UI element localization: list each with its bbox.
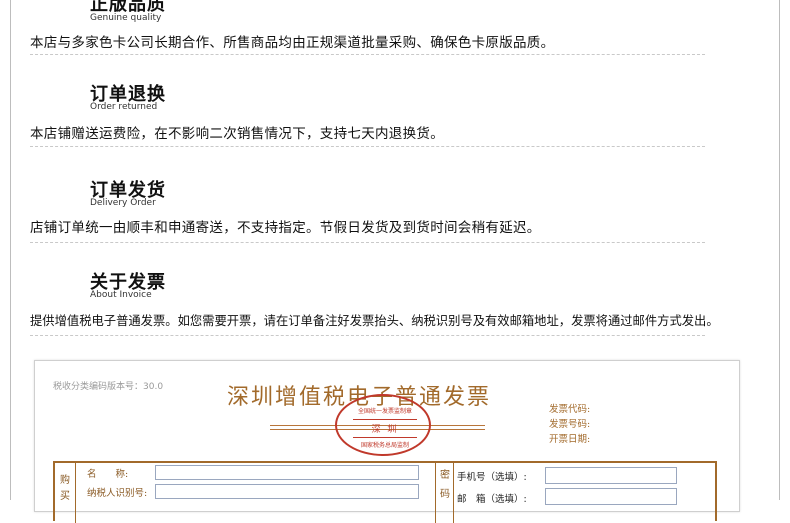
seal-middle-text: 深 圳 [371,425,399,435]
section-subtitle: About Invoice [90,290,152,300]
buyer-tax-id-field [155,484,419,499]
phone-label: 手机号（选填）: [457,472,527,483]
section-body: 店铺订单统一由顺丰和申通寄送，不支持指定。节假日发货及到货时间会稍有延迟。 [30,220,541,236]
buyer-name-field [155,465,419,480]
invoice-code-label: 发票代码: [549,404,591,415]
seal-top-text: 全国统一发票监制章 [357,408,412,415]
invoice-sample-image: 税收分类编码版本号：30.0 深圳增值税电子普通发票 全国统一发票监制章 深 圳… [34,360,740,523]
buyer-label-char: 购 [60,475,70,486]
grid-divider [435,463,436,523]
page-frame-left [10,0,11,500]
page-frame-right [779,0,780,500]
invoice-code-version: 税收分类编码版本号：30.0 [53,382,164,392]
divider [30,146,705,147]
invoice-seal-stamp: 全国统一发票监制章 深 圳 国家税务总局监制 [335,394,431,456]
phone-field [545,467,677,484]
email-field [545,488,677,505]
divider [30,242,705,243]
seal-bottom-text: 国家税务总局监制 [360,442,409,449]
buyer-tax-id-label: 纳税人识别号: [87,488,148,499]
cipher-label-char: 码 [440,489,450,500]
buyer-name-label: 名 称: [87,469,129,480]
divider [30,54,705,55]
cipher-label-char: 密 [440,470,450,481]
section-subtitle: Delivery Order [90,198,156,208]
grid-divider [75,463,76,523]
section-body: 提供增值税电子普通发票。如您需要开票，请在订单备注好发票抬头、纳税识别号及有效邮… [30,314,719,328]
section-subtitle: Order returned [90,102,158,112]
invoice-buyer-grid: 购 买 名 称: 纳税人识别号: 密 码 手机号（选填）: 邮 箱（选填）: [53,461,717,523]
divider [30,335,705,336]
grid-divider [453,463,454,523]
section-body: 本店与多家色卡公司长期合作、所售商品均由正规渠道批量采购、确保色卡原版品质。 [30,35,555,51]
section-body: 本店铺赠送运费险，在不影响二次销售情况下，支持七天内退换货。 [30,126,444,142]
seal-rule [353,437,417,438]
invoice-number-label: 发票号码: [549,419,591,430]
section-subtitle: Genuine quality [90,13,162,23]
email-label: 邮 箱（选填）: [457,494,527,505]
invoice-date-label: 开票日期: [549,434,591,445]
seal-rule [353,419,417,420]
